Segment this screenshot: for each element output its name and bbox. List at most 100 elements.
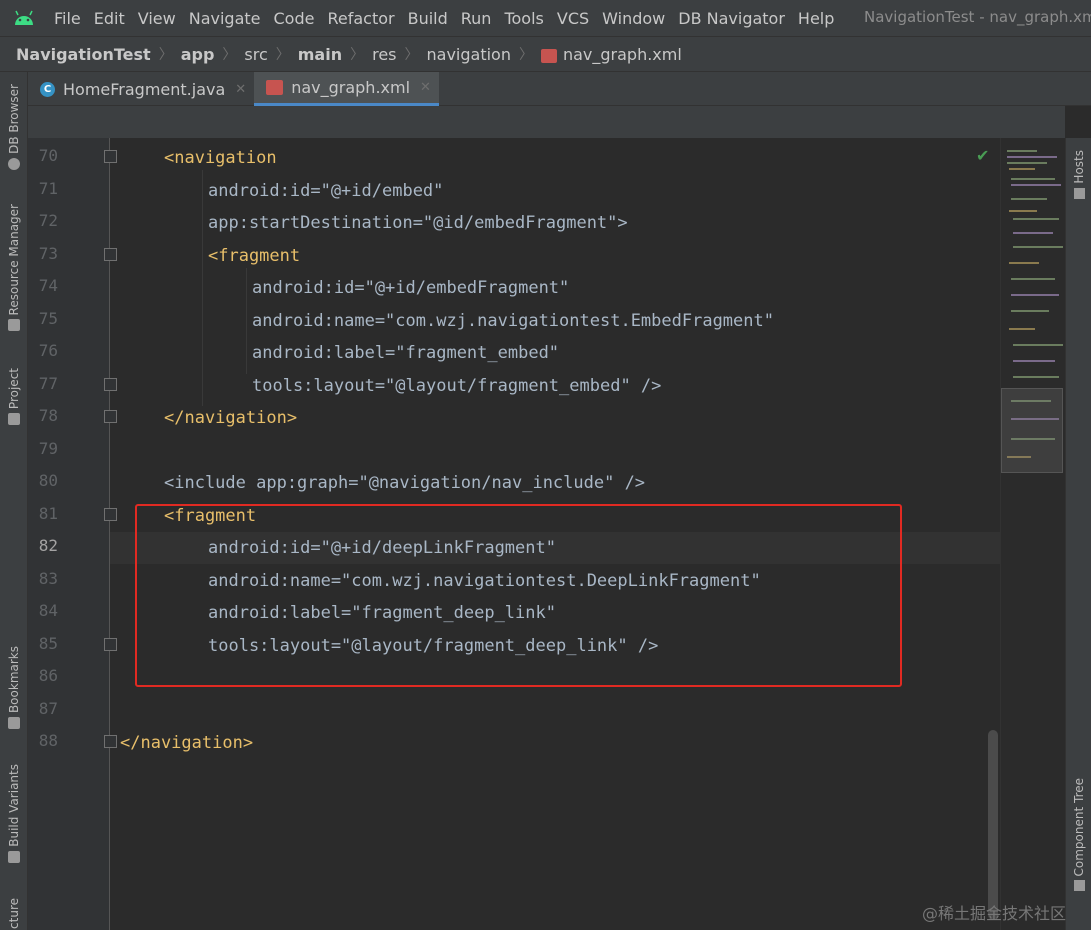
minimap-line [1009,168,1035,170]
menu-edit[interactable]: Edit [94,9,125,28]
minimap-line [1007,162,1047,164]
tool-resource-manager[interactable]: Resource Manager [0,204,28,332]
minimap-line [1007,150,1037,152]
component-tree-icon [1073,880,1085,892]
breadcrumb-project[interactable]: NavigationTest [16,45,151,64]
menu-build[interactable]: Build [408,9,448,28]
line-number: 85 [38,634,58,653]
window-title: NavigationTest - nav_graph.xml [864,8,1091,26]
xml-file-icon [266,80,284,95]
menu-vcs[interactable]: VCS [557,9,589,28]
menu-refactor[interactable]: Refactor [327,9,394,28]
code-minimap[interactable] [1000,138,1065,930]
build-variants-icon [8,850,20,863]
tool-project[interactable]: Project [0,368,28,426]
code-line-84: android:label="fragment_deep_link" [208,597,556,629]
breadcrumb-res[interactable]: res [372,45,396,64]
code-text: android:name="com.wzj.navigationtest.Emb… [252,311,774,331]
minimap-line [1013,246,1063,248]
java-class-icon: C [40,81,55,97]
minimap-line [1009,210,1037,212]
code-line-77: tools:layout="@layout/fragment_embed" /> [252,370,661,402]
editor-tabs: C HomeFragment.java ✕ nav_graph.xml ✕ [28,72,1091,106]
folder-icon [8,413,20,426]
code-line-70: <navigation [164,142,277,174]
code-line-74: android:id="@+id/embedFragment" [252,272,569,304]
minimap-line [1013,360,1055,362]
code-line-78: </navigation> [164,402,297,434]
code-text: android:id="@+id/deepLinkFragment" [208,538,556,558]
breadcrumb-main[interactable]: main [298,45,342,64]
menu-navigate[interactable]: Navigate [189,9,261,28]
code-editor[interactable]: 70 71 72 73 74 75 76 77 78 79 80 81 82 8… [28,138,1065,930]
line-number: 72 [38,211,58,230]
minimap-viewport[interactable] [1001,388,1063,473]
tool-bookmarks[interactable]: Bookmarks [0,646,28,730]
tab-nav-graph[interactable]: nav_graph.xml ✕ [254,72,439,106]
breadcrumb-file[interactable]: nav_graph.xml [563,45,682,64]
line-number: 74 [38,276,58,295]
tool-structure[interactable]: Structure [0,898,28,930]
xml-file-icon [540,49,557,63]
hosts-icon [1073,187,1085,199]
tool-label: Structure [7,898,21,930]
resource-manager-icon [8,319,20,332]
line-number: 78 [38,406,58,425]
line-number: 79 [38,439,58,458]
code-line-81: <fragment [164,500,256,532]
menu-window[interactable]: Window [602,9,665,28]
minimap-line [1011,178,1055,180]
tool-component-tree[interactable]: Component Tree [1066,778,1091,892]
tab-home-fragment[interactable]: C HomeFragment.java ✕ [28,72,254,106]
code-text: app:startDestination="@id/embedFragment"… [208,213,628,233]
breadcrumb-module[interactable]: app [181,45,215,64]
line-number: 81 [38,504,58,523]
tool-build-variants[interactable]: Build Variants [0,764,28,863]
breadcrumb: NavigationTest 〉 app 〉 src 〉 main 〉 res … [0,36,1091,72]
breadcrumb-navigation[interactable]: navigation [427,45,511,64]
code-line-82-current: android:id="@+id/deepLinkFragment" [110,532,1000,564]
vertical-scrollbar[interactable] [988,730,998,920]
close-icon[interactable]: ✕ [420,80,431,95]
code-text: tools:layout="@layout/fragment_deep_link… [208,636,659,656]
close-icon[interactable]: ✕ [235,82,246,97]
code-area[interactable]: <navigation android:id="@+id/embed" app:… [110,138,1000,930]
menu-db-navigator[interactable]: DB Navigator [678,9,785,28]
watermark: @稀土掘金技术社区 [922,904,1067,923]
tool-hosts[interactable]: Hosts [1066,150,1091,199]
menu-file[interactable]: File [54,9,81,28]
tool-db-browser[interactable]: DB Browser [0,84,28,170]
code-text: android:id="@+id/embed" [208,181,444,201]
line-number: 86 [38,666,58,685]
chevron-right-icon: 〉 [222,47,237,63]
tab-label: nav_graph.xml [291,78,411,97]
menu-tools[interactable]: Tools [504,9,543,28]
minimap-line [1007,156,1057,158]
code-line-71: android:id="@+id/embed" [208,175,443,207]
line-number: 75 [38,309,58,328]
minimap-line [1013,376,1059,378]
minimap-line [1011,310,1049,312]
breadcrumb-src[interactable]: src [244,45,267,64]
code-line-88: </navigation> [120,727,253,759]
line-number: 70 [38,146,58,165]
chevron-right-icon: 〉 [404,47,419,63]
code-text: android:label="fragment_embed" [252,343,560,363]
menu-code[interactable]: Code [274,9,315,28]
minimap-line [1009,262,1039,264]
menu-view[interactable]: View [138,9,176,28]
code-line-83: android:name="com.wzj.navigationtest.Dee… [208,565,761,597]
line-number: 73 [38,244,58,263]
line-number: 77 [38,374,58,393]
menu-bar: File Edit View Navigate Code Refactor Bu… [0,0,1091,36]
checkmark-icon[interactable]: ✔ [976,146,989,165]
menu-run[interactable]: Run [461,9,492,28]
menu-help[interactable]: Help [798,9,834,28]
indent-guide [246,268,247,374]
tab-label: HomeFragment.java [63,79,226,99]
tool-label: Bookmarks [7,646,21,714]
line-number: 83 [38,569,58,588]
code-text: android:id="@+id/embedFragment" [252,278,570,298]
code-text: <fragment [164,506,257,526]
code-text: </navigation> [164,408,298,428]
